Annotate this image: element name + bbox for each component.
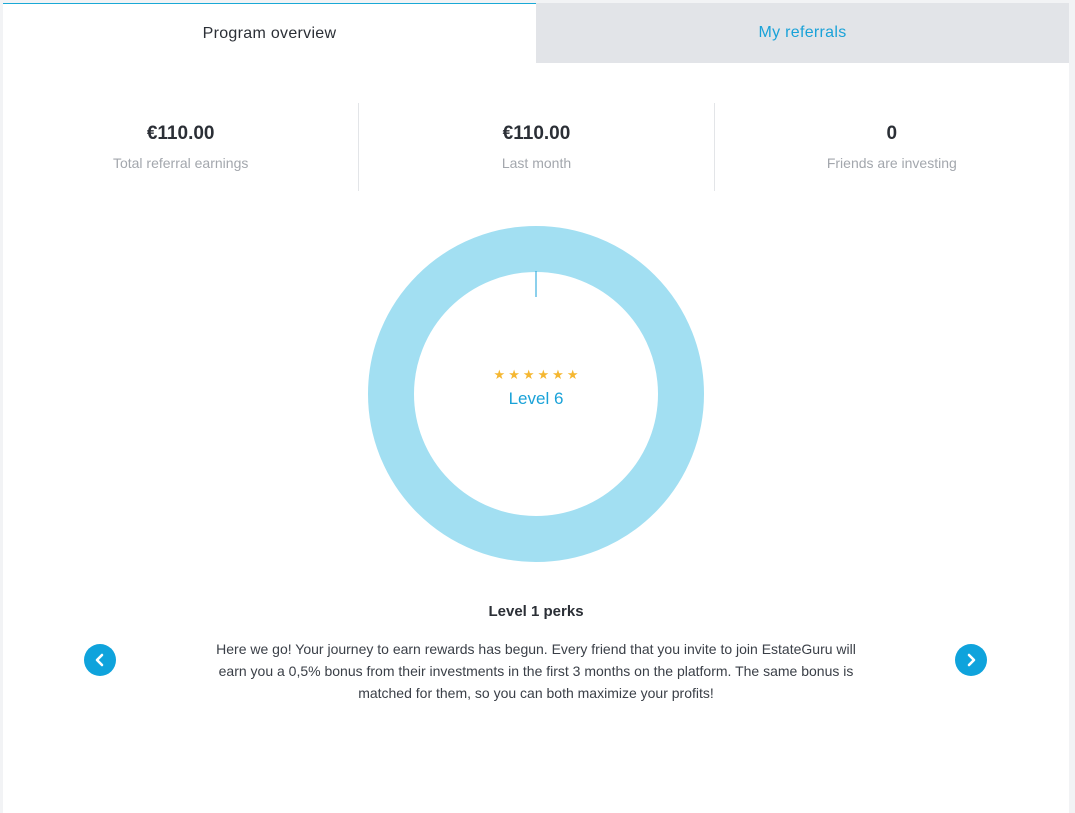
star-icon: ★ bbox=[566, 366, 579, 382]
star-icon: ★ bbox=[508, 366, 520, 382]
chevron-left-icon bbox=[95, 653, 104, 667]
level-indicator: ★ ★ ★ ★ ★ ★ Level 6 bbox=[368, 226, 704, 562]
star-icon: ★ bbox=[552, 366, 564, 382]
perks-title: Level 1 perks bbox=[488, 603, 584, 620]
previous-level-button[interactable] bbox=[84, 644, 116, 676]
stat-value: €110.00 bbox=[502, 123, 571, 144]
stat-label: Friends are investing bbox=[826, 155, 957, 171]
tab-my-referrals[interactable]: My referrals bbox=[536, 3, 1069, 63]
stat-total-earnings: €110.00 Total referral earnings bbox=[3, 103, 358, 191]
tab-bar: Program overview My referrals bbox=[3, 3, 1069, 63]
stat-friends-investing: 0 Friends are investing bbox=[713, 103, 1069, 191]
stats-row: €110.00 Total referral earnings €110.00 … bbox=[3, 103, 1069, 191]
star-icon: ★ bbox=[522, 366, 535, 382]
stat-value: €110.00 bbox=[146, 123, 215, 144]
tab-program-overview[interactable]: Program overview bbox=[3, 3, 536, 63]
star-icon: ★ bbox=[493, 366, 506, 382]
level-progress-ring: ★ ★ ★ ★ ★ ★ Level 6 bbox=[368, 226, 704, 562]
stat-value: 0 bbox=[886, 123, 898, 144]
level-stars: ★ ★ ★ ★ ★ ★ bbox=[494, 368, 579, 381]
tab-my-referrals-label: My referrals bbox=[758, 24, 847, 41]
stat-last-month: €110.00 Last month bbox=[358, 103, 713, 191]
next-level-button[interactable] bbox=[955, 644, 987, 676]
perks-section: Level 1 perks Here we go! Your journey t… bbox=[3, 603, 1069, 704]
stat-label: Total referral earnings bbox=[112, 155, 249, 171]
star-icon: ★ bbox=[537, 366, 550, 382]
stat-label: Last month bbox=[501, 155, 572, 171]
chevron-right-icon bbox=[967, 653, 976, 667]
tab-program-overview-label: Program overview bbox=[202, 24, 337, 42]
referral-card: Program overview My referrals €110.00 To… bbox=[3, 3, 1069, 813]
perks-description: Here we go! Your journey to earn rewards… bbox=[216, 641, 856, 701]
level-label: Level 6 bbox=[508, 388, 564, 408]
